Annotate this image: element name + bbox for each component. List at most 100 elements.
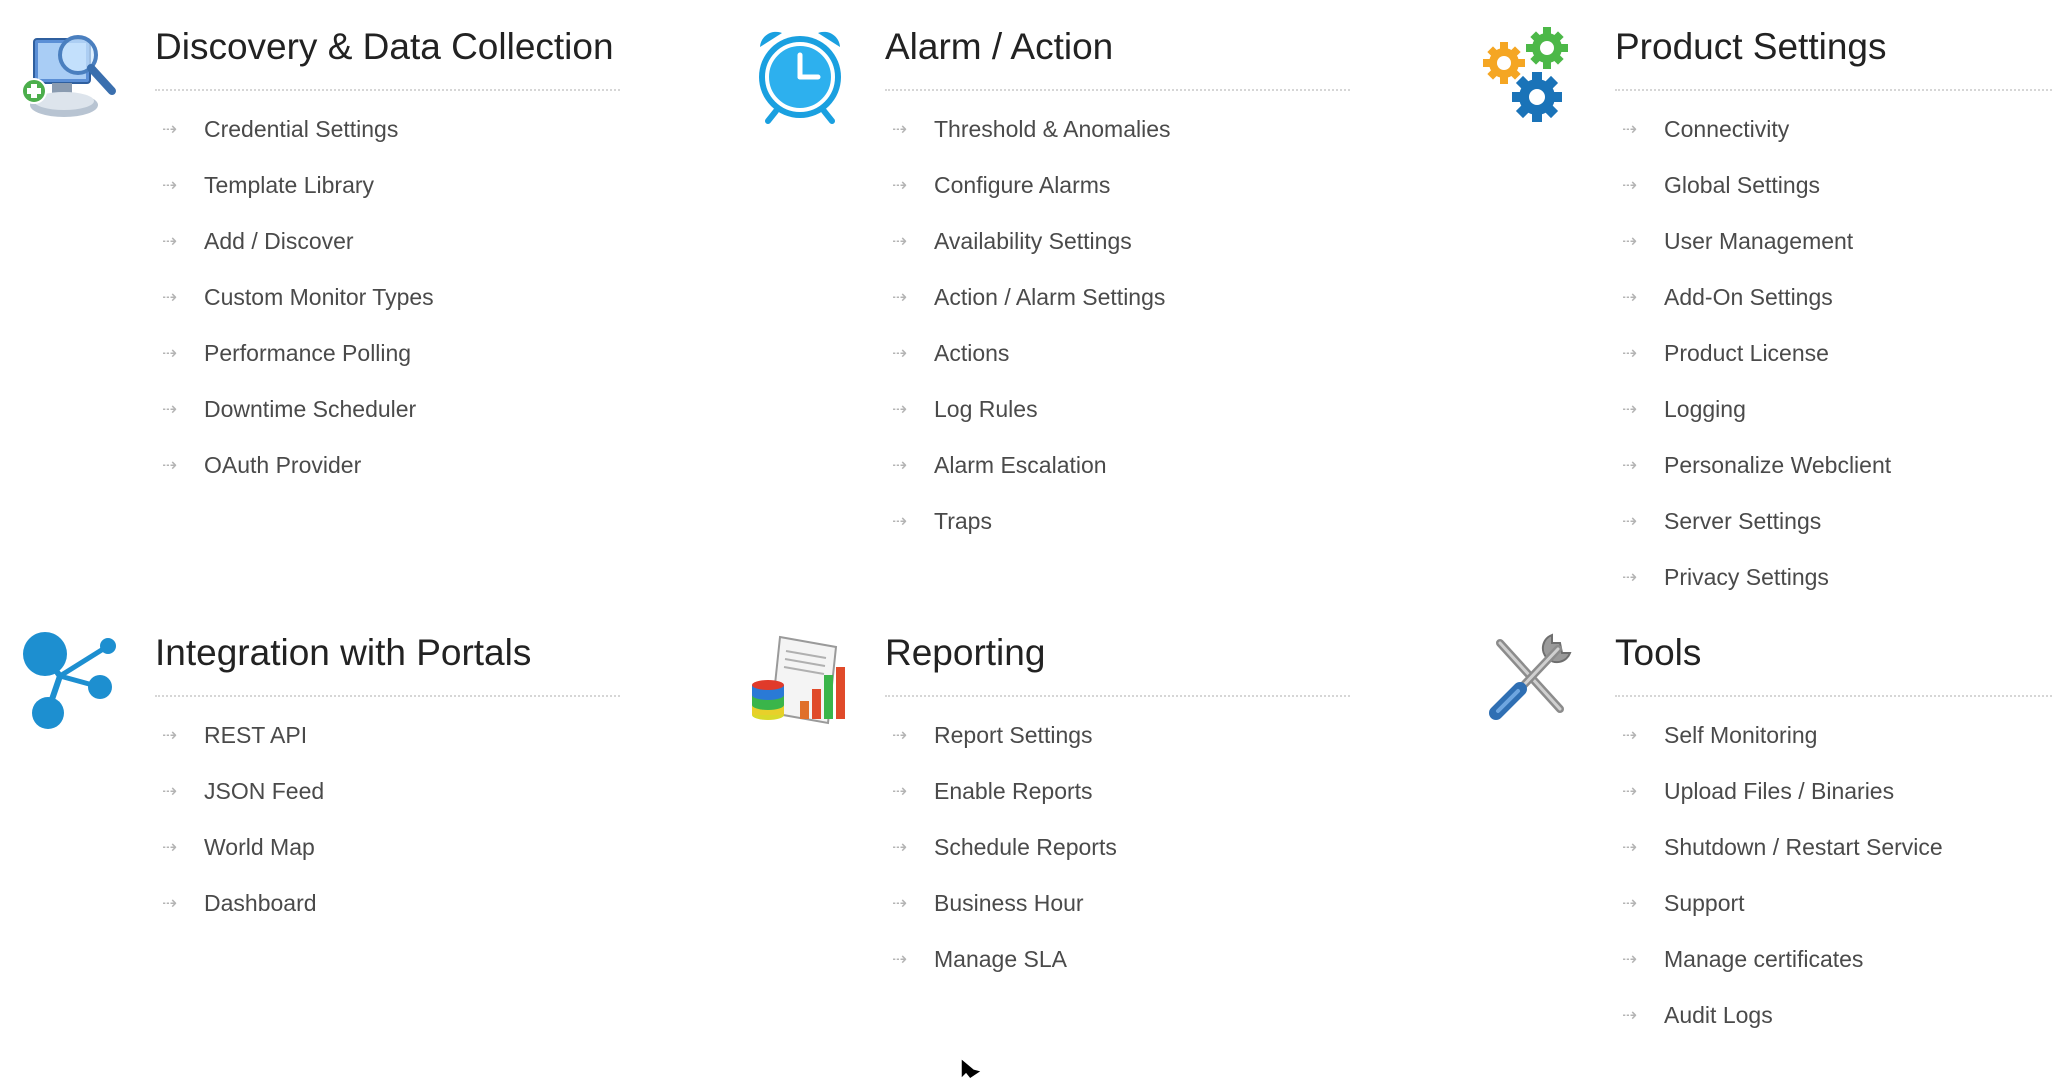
link-enable-reports[interactable]: ⇢ Enable Reports [885,763,1350,819]
section-divider [155,89,620,91]
link-self-monitoring[interactable]: ⇢ Self Monitoring [1615,707,2052,763]
arrow-right-icon: ⇢ [1622,511,1638,531]
link-template-library[interactable]: ⇢ Template Library [155,157,620,213]
mouse-cursor-icon [960,1056,984,1080]
link-label: Upload Files / Binaries [1664,778,1895,804]
arrow-right-icon: ⇢ [892,175,908,195]
arrow-right-icon: ⇢ [892,231,908,251]
link-availability-settings[interactable]: ⇢ Availability Settings [885,213,1350,269]
link-label: Downtime Scheduler [204,396,417,422]
arrow-right-icon: ⇢ [1622,781,1638,801]
section-title: Tools [1615,632,1702,673]
link-label: Logging [1664,396,1746,422]
arrow-right-icon: ⇢ [892,455,908,475]
arrow-right-icon: ⇢ [892,287,908,307]
discovery-monitor-icon [20,25,120,125]
section-title: Alarm / Action [885,26,1114,67]
link-world-map[interactable]: ⇢ World Map [155,819,620,875]
link-log-rules[interactable]: ⇢ Log Rules [885,381,1350,437]
link-label: Add-On Settings [1664,284,1833,310]
link-rest-api[interactable]: ⇢ REST API [155,707,620,763]
arrow-right-icon: ⇢ [1622,725,1638,745]
link-report-settings[interactable]: ⇢ Report Settings [885,707,1350,763]
arrow-right-icon: ⇢ [1622,399,1638,419]
section-divider [885,89,1350,91]
arrow-right-icon: ⇢ [162,781,178,801]
arrow-right-icon: ⇢ [1622,455,1638,475]
link-label: Connectivity [1664,116,1790,142]
section-link-list: ⇢ Threshold & Anomalies ⇢ Configure Alarms… [885,101,1350,549]
arrow-right-icon: ⇢ [892,511,908,531]
link-manage-sla[interactable]: ⇢ Manage SLA [885,931,1350,987]
section-link-list: ⇢ Credential Settings ⇢ Template Library ⇢… [155,101,620,493]
link-business-hour[interactable]: ⇢ Business Hour [885,875,1350,931]
link-actions[interactable]: ⇢ Actions [885,325,1350,381]
link-label: Credential Settings [204,116,399,142]
link-custom-monitor-types[interactable]: ⇢ Custom Monitor Types [155,269,620,325]
link-label: OAuth Provider [204,452,362,478]
link-privacy-settings[interactable]: ⇢ Privacy Settings [1615,549,2052,605]
link-oauth-provider[interactable]: ⇢ OAuth Provider [155,437,620,493]
link-label: Product License [1664,340,1829,366]
link-label: Global Settings [1664,172,1820,198]
link-personalize-webclient[interactable]: ⇢ Personalize Webclient [1615,437,2052,493]
link-user-management[interactable]: ⇢ User Management [1615,213,2052,269]
link-label: Threshold & Anomalies [934,116,1171,142]
gears-icon [1480,25,1580,125]
report-chart-icon [750,631,850,731]
link-alarm-escalation[interactable]: ⇢ Alarm Escalation [885,437,1350,493]
arrow-right-icon: ⇢ [162,837,178,857]
link-manage-certificates[interactable]: ⇢ Manage certificates [1615,931,2052,987]
arrow-right-icon: ⇢ [892,837,908,857]
link-json-feed[interactable]: ⇢ JSON Feed [155,763,620,819]
section-link-list: ⇢ Self Monitoring ⇢ Upload Files / Binarie… [1615,707,2052,1043]
link-dashboard[interactable]: ⇢ Dashboard [155,875,620,931]
link-audit-logs[interactable]: ⇢ Audit Logs [1615,987,2052,1043]
link-credential-settings[interactable]: ⇢ Credential Settings [155,101,620,157]
section-link-list: ⇢ Connectivity ⇢ Global Settings ⇢ User Man… [1615,101,2052,605]
link-global-settings[interactable]: ⇢ Global Settings [1615,157,2052,213]
arrow-right-icon: ⇢ [162,287,178,307]
section-divider [1615,89,2052,91]
link-label: Server Settings [1664,508,1822,534]
arrow-right-icon: ⇢ [162,455,178,475]
section-title: Reporting [885,632,1046,673]
link-traps[interactable]: ⇢ Traps [885,493,1350,549]
link-label: Log Rules [934,396,1038,422]
link-label: Support [1664,890,1745,916]
link-server-settings[interactable]: ⇢ Server Settings [1615,493,2052,549]
link-connectivity[interactable]: ⇢ Connectivity [1615,101,2052,157]
link-shutdown-restart-service[interactable]: ⇢ Shutdown / Restart Service [1615,819,2052,875]
link-label: Personalize Webclient [1664,452,1892,478]
arrow-right-icon: ⇢ [162,893,178,913]
link-configure-alarms[interactable]: ⇢ Configure Alarms [885,157,1350,213]
link-label: World Map [204,834,315,860]
link-logging[interactable]: ⇢ Logging [1615,381,2052,437]
section-link-list: ⇢ REST API ⇢ JSON Feed ⇢ World Map ⇢ Dashboa… [155,707,620,931]
link-action-alarm-settings[interactable]: ⇢ Action / Alarm Settings [885,269,1350,325]
link-downtime-scheduler[interactable]: ⇢ Downtime Scheduler [155,381,620,437]
link-threshold-anomalies[interactable]: ⇢ Threshold & Anomalies [885,101,1350,157]
link-label: Shutdown / Restart Service [1664,834,1943,860]
arrow-right-icon: ⇢ [1622,1005,1638,1025]
link-performance-polling[interactable]: ⇢ Performance Polling [155,325,620,381]
arrow-right-icon: ⇢ [1622,343,1638,363]
link-upload-files-binaries[interactable]: ⇢ Upload Files / Binaries [1615,763,2052,819]
link-add-on-settings[interactable]: ⇢ Add-On Settings [1615,269,2052,325]
link-add-discover[interactable]: ⇢ Add / Discover [155,213,620,269]
link-schedule-reports[interactable]: ⇢ Schedule Reports [885,819,1350,875]
link-product-license[interactable]: ⇢ Product License [1615,325,2052,381]
arrow-right-icon: ⇢ [1622,119,1638,139]
arrow-right-icon: ⇢ [892,119,908,139]
arrow-right-icon: ⇢ [162,119,178,139]
admin-settings-page: Discovery & Data Collection ⇢ Credential … [0,0,2052,1080]
link-label: Manage certificates [1664,946,1864,972]
link-label: Performance Polling [204,340,412,366]
section-title: Integration with Portals [155,632,532,673]
arrow-right-icon: ⇢ [162,725,178,745]
arrow-right-icon: ⇢ [892,399,908,419]
link-support[interactable]: ⇢ Support [1615,875,2052,931]
link-label: Manage SLA [934,946,1067,972]
link-label: Business Hour [934,890,1084,916]
section-divider [885,695,1350,697]
